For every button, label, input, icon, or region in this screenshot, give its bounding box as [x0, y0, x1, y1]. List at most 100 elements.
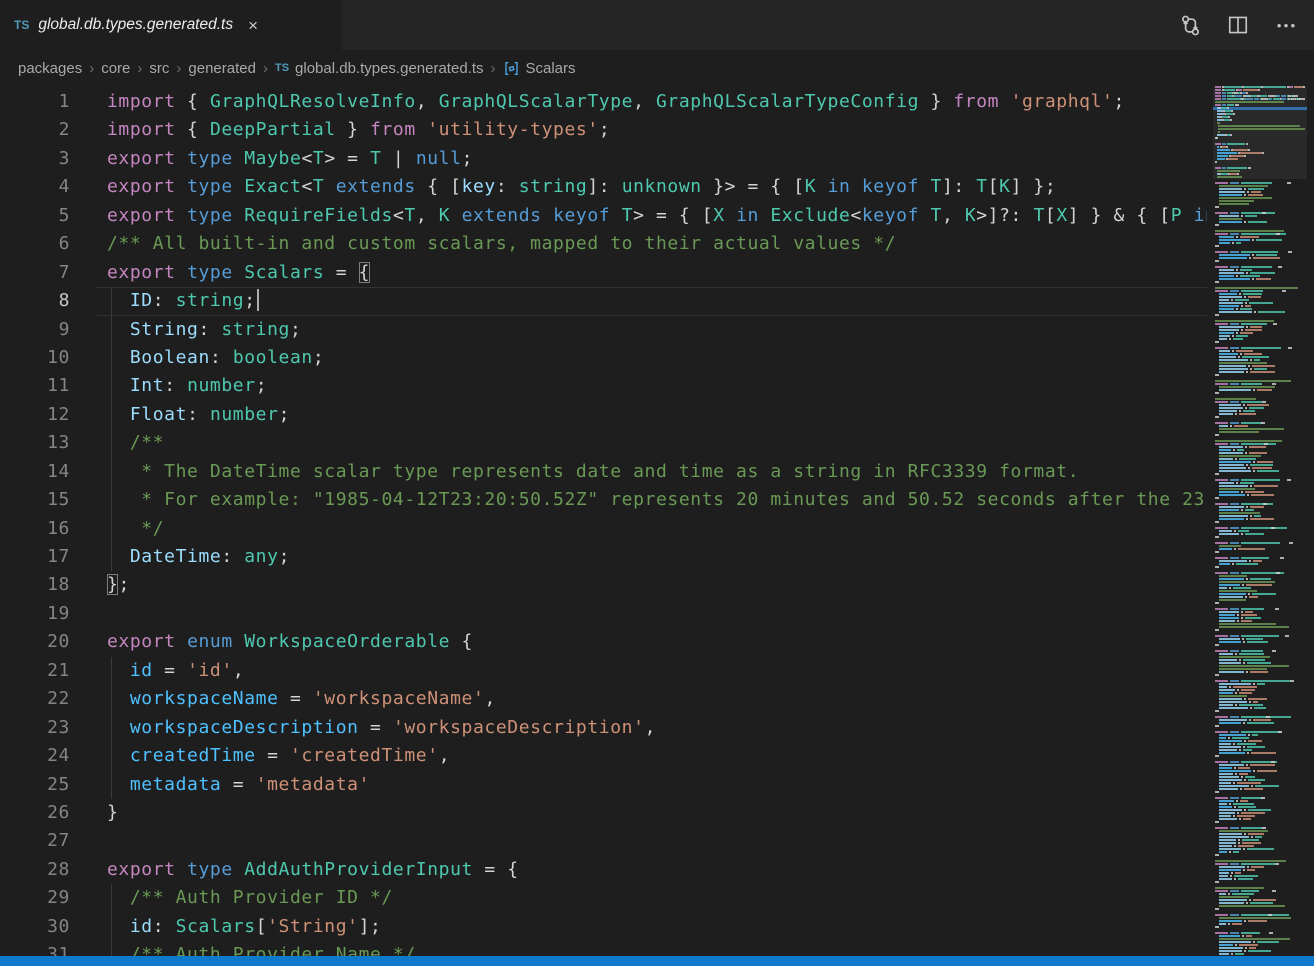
minimap-line — [1222, 92, 1226, 94]
minimap-line — [1232, 923, 1242, 925]
line-number[interactable]: 25 — [0, 771, 70, 799]
minimap-line — [1215, 755, 1219, 757]
code-line-content: export type AddAuthProviderInput = { — [70, 856, 1207, 884]
line-number[interactable]: 15 — [0, 486, 70, 514]
line-number[interactable]: 6 — [0, 230, 70, 258]
tab-global-db-types-generated[interactable]: TS global.db.types.generated.ts × — [0, 0, 342, 50]
minimap-line — [1215, 725, 1219, 727]
line-number[interactable]: 18 — [0, 571, 70, 599]
line-number[interactable]: 26 — [0, 799, 70, 827]
line-number[interactable]: 30 — [0, 913, 70, 941]
code-line[interactable]: 13 /** — [0, 429, 1207, 457]
line-number[interactable]: 9 — [0, 316, 70, 344]
code-line[interactable]: 24 createdTime = 'createdTime', — [0, 742, 1207, 770]
code-line[interactable]: 2import { DeepPartial } from 'utility-ty… — [0, 116, 1207, 144]
line-number[interactable]: 4 — [0, 173, 70, 201]
code-line[interactable]: 17 DateTime: any; — [0, 543, 1207, 571]
code-area[interactable]: 1import { GraphQLResolveInfo, GraphQLSca… — [0, 88, 1207, 956]
code-line[interactable]: 12 Float: number; — [0, 401, 1207, 429]
code-line[interactable]: 27 — [0, 827, 1207, 855]
minimap[interactable] — [1213, 86, 1307, 956]
code-line[interactable]: 11 Int: number; — [0, 372, 1207, 400]
more-actions-icon[interactable] — [1274, 13, 1298, 37]
editor-pane[interactable]: 1import { GraphQLResolveInfo, GraphQLSca… — [0, 86, 1314, 956]
code-line[interactable]: 22 workspaceName = 'workspaceName', — [0, 685, 1207, 713]
split-editor-icon[interactable] — [1226, 13, 1250, 37]
line-number[interactable]: 13 — [0, 429, 70, 457]
line-number[interactable]: 29 — [0, 884, 70, 912]
minimap-line — [1257, 461, 1273, 463]
code-line[interactable]: 14 * The DateTime scalar type represents… — [0, 458, 1207, 486]
minimap-line — [1248, 740, 1262, 742]
minimap-line — [1230, 716, 1239, 718]
line-number[interactable]: 21 — [0, 657, 70, 685]
minimap-line — [1246, 671, 1248, 673]
line-number[interactable]: 3 — [0, 145, 70, 173]
minimap-line — [1219, 254, 1250, 256]
minimap-line — [1245, 302, 1247, 304]
line-number[interactable]: 2 — [0, 116, 70, 144]
breadcrumb-item-src[interactable]: src — [149, 60, 169, 77]
code-line[interactable]: 5export type RequireFields<T, K extends … — [0, 202, 1207, 230]
code-line[interactable]: 31 /** Auth Provider Name */ — [0, 941, 1207, 956]
line-number[interactable]: 24 — [0, 742, 70, 770]
line-number[interactable]: 17 — [0, 543, 70, 571]
code-line[interactable]: 18}; — [0, 571, 1207, 599]
line-number[interactable]: 8 — [0, 287, 70, 315]
breadcrumb-item-generated[interactable]: generated — [188, 60, 256, 77]
line-number[interactable]: 27 — [0, 827, 70, 855]
minimap-line — [1215, 98, 1221, 100]
code-line[interactable]: 8 ID: string; — [0, 287, 1207, 315]
line-number[interactable]: 20 — [0, 628, 70, 656]
code-line[interactable]: 4export type Exact<T extends { [key: str… — [0, 173, 1207, 201]
line-number[interactable]: 31 — [0, 941, 70, 956]
close-tab-icon[interactable]: × — [248, 17, 258, 34]
code-line[interactable]: 21 id = 'id', — [0, 657, 1207, 685]
minimap-line — [1257, 770, 1276, 772]
line-number[interactable]: 28 — [0, 856, 70, 884]
open-changes-icon[interactable] — [1178, 13, 1202, 37]
code-line[interactable]: 29 /** Auth Provider ID */ — [0, 884, 1207, 912]
code-line[interactable]: 25 metadata = 'metadata' — [0, 771, 1207, 799]
code-line[interactable]: 19 — [0, 600, 1207, 628]
code-line[interactable]: 28export type AddAuthProviderInput = { — [0, 856, 1207, 884]
minimap-line — [1245, 596, 1247, 598]
line-number[interactable]: 14 — [0, 458, 70, 486]
minimap-line — [1219, 638, 1240, 640]
minimap-line — [1239, 659, 1241, 661]
line-number[interactable]: 1 — [0, 88, 70, 116]
minimap-line — [1217, 158, 1225, 160]
breadcrumb-item-symbol[interactable]: Scalars — [526, 60, 576, 77]
code-line[interactable]: 10 Boolean: boolean; — [0, 344, 1207, 372]
breadcrumb-item-packages[interactable]: packages — [18, 60, 82, 77]
line-number[interactable]: 23 — [0, 714, 70, 742]
minimap-line — [1241, 347, 1281, 349]
code-line[interactable]: 6/** All built-in and custom scalars, ma… — [0, 230, 1207, 258]
code-line[interactable]: 23 workspaceDescription = 'workspaceDesc… — [0, 714, 1207, 742]
minimap-line — [1215, 791, 1219, 793]
line-number[interactable]: 11 — [0, 372, 70, 400]
breadcrumb-item-file[interactable]: global.db.types.generated.ts — [295, 60, 483, 77]
minimap-line — [1215, 233, 1228, 235]
minimap-line — [1219, 848, 1241, 850]
line-number[interactable]: 22 — [0, 685, 70, 713]
line-number[interactable]: 5 — [0, 202, 70, 230]
code-line[interactable]: 15 * For example: "1985-04-12T23:20:50.5… — [0, 486, 1207, 514]
minimap-line — [1250, 326, 1262, 328]
breadcrumb-item-core[interactable]: core — [101, 60, 130, 77]
minimap-line — [1219, 242, 1230, 244]
minimap-line — [1237, 782, 1262, 784]
code-line[interactable]: 7export type Scalars = { — [0, 259, 1207, 287]
code-line[interactable]: 30 id: Scalars['String']; — [0, 913, 1207, 941]
line-number[interactable]: 16 — [0, 515, 70, 543]
code-line[interactable]: 20export enum WorkspaceOrderable { — [0, 628, 1207, 656]
line-number[interactable]: 10 — [0, 344, 70, 372]
code-line[interactable]: 16 */ — [0, 515, 1207, 543]
line-number[interactable]: 7 — [0, 259, 70, 287]
code-line[interactable]: 3export type Maybe<T> = T | null; — [0, 145, 1207, 173]
code-line[interactable]: 9 String: string; — [0, 316, 1207, 344]
code-line[interactable]: 26} — [0, 799, 1207, 827]
line-number[interactable]: 19 — [0, 600, 70, 628]
code-line[interactable]: 1import { GraphQLResolveInfo, GraphQLSca… — [0, 88, 1207, 116]
line-number[interactable]: 12 — [0, 401, 70, 429]
